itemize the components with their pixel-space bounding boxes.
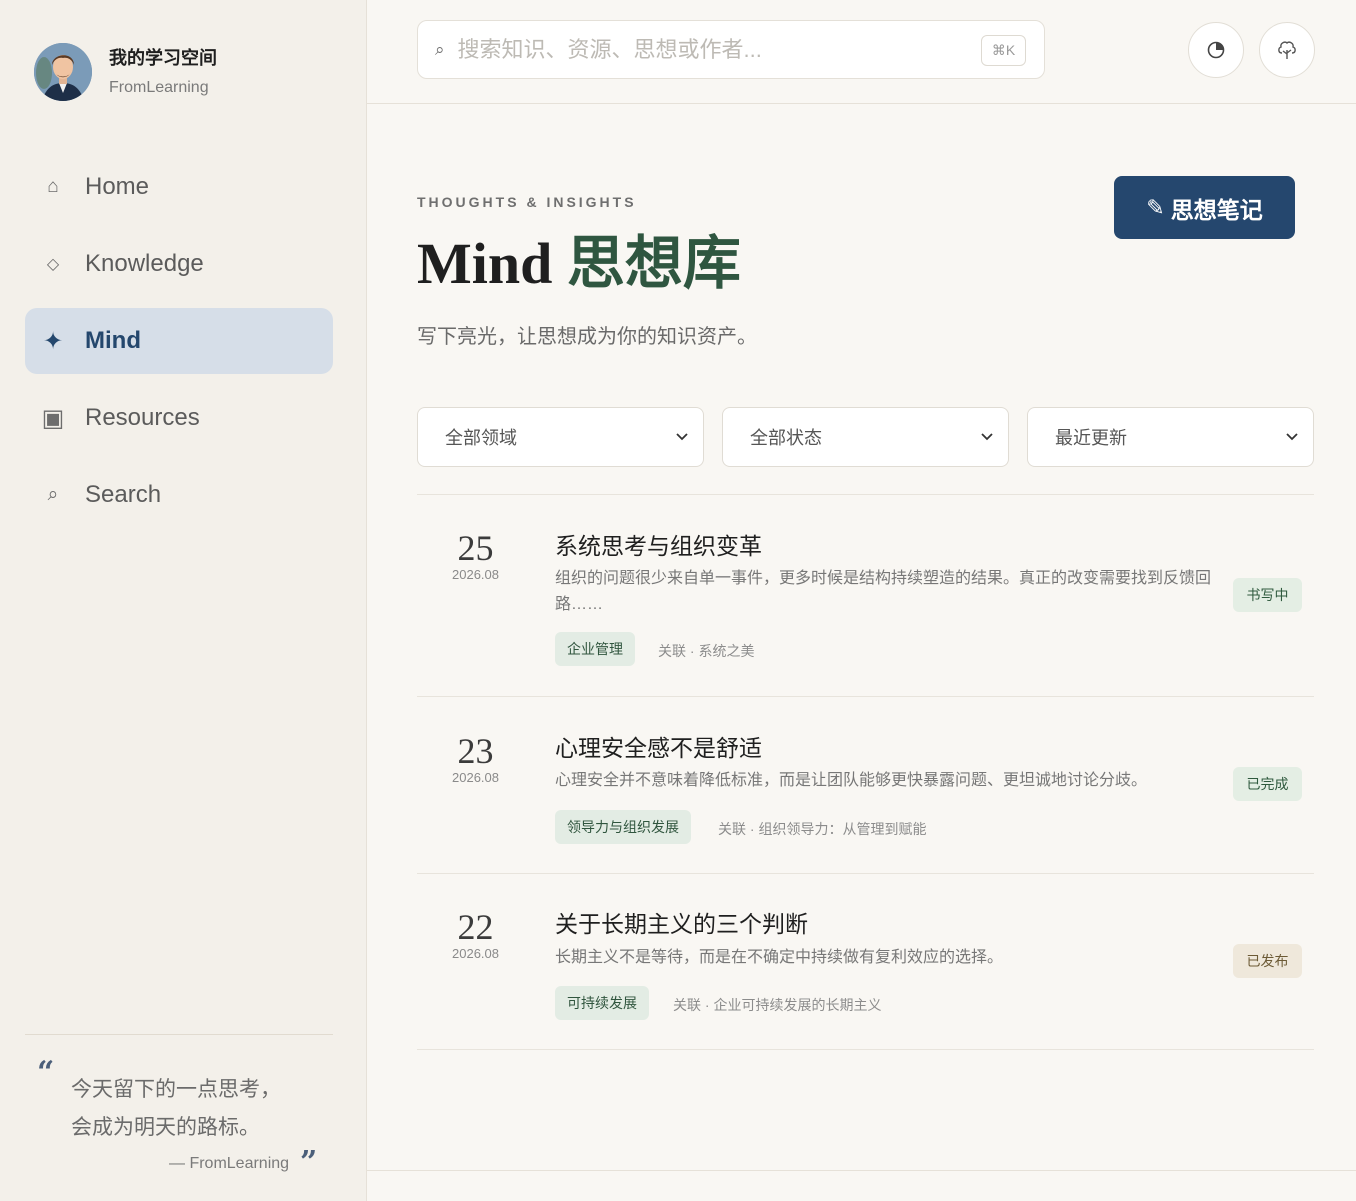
- app: 我的学习空间 FromLearning ⌂ Home ◇ Knowledge ✦…: [0, 0, 1356, 1201]
- shortcut-badge: ⌘K: [981, 35, 1026, 66]
- theme-button[interactable]: [1259, 22, 1315, 78]
- sidebar-quote: 今天留下的一点思考， 会成为明天的路标。: [71, 1070, 281, 1146]
- sidebar-divider: [25, 1034, 333, 1035]
- pencil-icon: ✎: [1146, 194, 1165, 220]
- entry-date: 2026.08: [452, 946, 499, 961]
- list-item[interactable]: 22 2026.08 关于长期主义的三个判断 长期主义不是等待，而是在不确定中持…: [417, 874, 1314, 1049]
- entry-description: 组织的问题很少来自单一事件，更多时候是结构持续塑造的结果。真正的改变需要找到反馈…: [555, 570, 1212, 613]
- stats-button[interactable]: [1188, 22, 1244, 78]
- box-icon: ▣: [41, 404, 65, 432]
- sidebar-item-label: Mind: [85, 327, 141, 354]
- eyebrow: THOUGHTS & INSIGHTS: [417, 194, 637, 210]
- chevron-down-icon: [981, 433, 993, 441]
- quote-close-icon: ”: [300, 1145, 318, 1180]
- search-icon: ⌕: [47, 484, 59, 505]
- write-note-button[interactable]: ✎ 思想笔记: [1114, 176, 1295, 239]
- profile-subtitle: FromLearning: [109, 78, 209, 96]
- entry-related[interactable]: 关联 · 系统之美: [658, 641, 754, 661]
- sidebar-item-search[interactable]: ⌕ Search: [25, 462, 333, 528]
- diamond-icon: ◇: [46, 256, 60, 273]
- pie-chart-icon: [1207, 41, 1225, 59]
- entry-day: 25: [457, 528, 494, 568]
- entry-title[interactable]: 关于长期主义的三个判断: [555, 905, 808, 939]
- chevron-down-icon: [1286, 433, 1298, 441]
- sidebar-item-label: Knowledge: [85, 250, 204, 277]
- search-box[interactable]: ⌕ ⌘K: [417, 20, 1045, 79]
- sidebar-item-label: Search: [85, 481, 162, 508]
- entry-title[interactable]: 心理安全感不是舒适: [555, 729, 762, 763]
- filter-domain-select[interactable]: 全部领域: [417, 407, 704, 467]
- entry-description: 心理安全并不意味着降低标准，而是让团队能够更快暴露问题、更坦诚地讨论分歧。: [555, 772, 1148, 789]
- page-title-en: Mind: [417, 231, 553, 296]
- status-badge: 已发布: [1233, 944, 1302, 978]
- page-title: Mind 思想库: [417, 228, 741, 300]
- filter-sort-select[interactable]: 最近更新: [1027, 407, 1314, 467]
- tree-icon: [1278, 41, 1296, 59]
- entry-title[interactable]: 系统思考与组织变革: [555, 527, 762, 561]
- status-badge: 已完成: [1233, 767, 1302, 801]
- quote-author: — FromLearning: [169, 1155, 290, 1172]
- page-title-zh: 思想库: [566, 231, 741, 296]
- avatar[interactable]: [34, 43, 92, 101]
- entry-description: 长期主义不是等待，而是在不确定中持续做有复利效应的选择。: [555, 949, 1004, 966]
- chevron-down-icon: [676, 433, 688, 441]
- sparkle-icon: ✦: [42, 327, 64, 355]
- topbar: ⌕ ⌘K: [367, 0, 1356, 104]
- sidebar: 我的学习空间 FromLearning ⌂ Home ◇ Knowledge ✦…: [0, 0, 367, 1201]
- quote-open-icon: “: [37, 1055, 55, 1090]
- entry-day: 23: [457, 731, 494, 771]
- entry-related[interactable]: 关联 · 企业可持续发展的长期主义: [673, 995, 881, 1015]
- sidebar-item-resources[interactable]: ▣ Resources: [25, 385, 333, 451]
- list-item[interactable]: 23 2026.08 心理安全感不是舒适 心理安全并不意味着降低标准，而是让团队…: [417, 697, 1314, 873]
- entry-tag[interactable]: 领导力与组织发展: [555, 810, 691, 844]
- sidebar-item-home[interactable]: ⌂ Home: [25, 154, 333, 220]
- profile-text: 我的学习空间 FromLearning: [109, 45, 217, 100]
- list-divider: [417, 1049, 1314, 1050]
- entry-tag[interactable]: 企业管理: [555, 632, 635, 666]
- filter-sort-value: 最近更新: [1055, 428, 1127, 448]
- filter-status-select[interactable]: 全部状态: [722, 407, 1009, 467]
- entry-day: 22: [457, 907, 494, 947]
- footer-divider: [367, 1170, 1356, 1171]
- status-badge: 书写中: [1233, 578, 1302, 612]
- list-item[interactable]: 25 2026.08 系统思考与组织变革 组织的问题很少来自单一事件，更多时候是…: [417, 495, 1314, 696]
- profile-name: 我的学习空间: [109, 47, 217, 68]
- home-icon: ⌂: [47, 176, 59, 197]
- entry-related[interactable]: 关联 · 组织领导力：从管理到赋能: [718, 819, 926, 839]
- entry-tag[interactable]: 可持续发展: [555, 986, 649, 1020]
- sidebar-item-mind[interactable]: ✦ Mind: [25, 308, 333, 374]
- sidebar-item-knowledge[interactable]: ◇ Knowledge: [25, 231, 333, 297]
- sidebar-nav: ⌂ Home ◇ Knowledge ✦ Mind ▣ Resources ⌕ …: [25, 154, 333, 539]
- page-subtitle: 写下亮光，让思想成为你的知识资产。: [417, 326, 757, 348]
- write-note-label: 思想笔记: [1170, 196, 1263, 223]
- filter-status-value: 全部状态: [750, 428, 822, 448]
- search-input[interactable]: [457, 36, 958, 63]
- entry-date: 2026.08: [452, 567, 499, 582]
- filter-domain-value: 全部领域: [445, 428, 517, 448]
- quote-line: 今天留下的一点思考，: [71, 1077, 281, 1101]
- sidebar-item-label: Resources: [85, 404, 200, 431]
- entry-date: 2026.08: [452, 770, 499, 785]
- search-icon: ⌕: [435, 39, 445, 59]
- sidebar-item-label: Home: [85, 173, 150, 200]
- profile[interactable]: 我的学习空间 FromLearning: [34, 43, 217, 101]
- quote-line: 会成为明天的路标。: [71, 1115, 260, 1139]
